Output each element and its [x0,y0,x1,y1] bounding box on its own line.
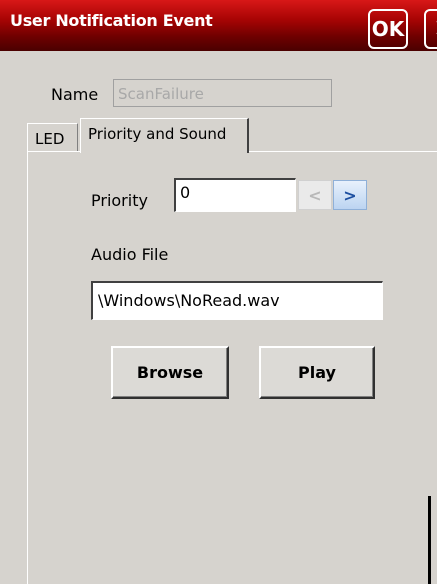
notification-dialog: User Notification Event OK ✕ Name ScanFa… [0,0,437,584]
priority-input[interactable]: 0 [174,178,296,212]
tab-led[interactable]: LED [27,123,78,151]
play-button[interactable]: Play [259,346,375,399]
panel-edge [428,496,431,584]
tab-priority-and-sound[interactable]: Priority and Sound [80,118,249,153]
name-label: Name [51,85,99,104]
browse-button[interactable]: Browse [111,346,229,399]
name-field: ScanFailure [113,79,332,107]
close-button[interactable]: ✕ [424,9,437,49]
tab-panel [27,151,437,584]
priority-increment-button[interactable]: > [333,180,367,210]
close-icon: ✕ [433,14,437,44]
audio-file-input[interactable]: \Windows\NoRead.wav [91,281,383,320]
title-bar: User Notification Event OK ✕ [0,0,437,51]
window-title: User Notification Event [10,11,213,30]
chevron-left-icon: < [308,185,322,205]
priority-label: Priority [91,191,148,210]
ok-button[interactable]: OK [368,9,408,49]
chevron-right-icon: > [343,185,357,205]
priority-decrement-button[interactable]: < [298,180,332,210]
audio-file-label: Audio File [91,245,169,264]
